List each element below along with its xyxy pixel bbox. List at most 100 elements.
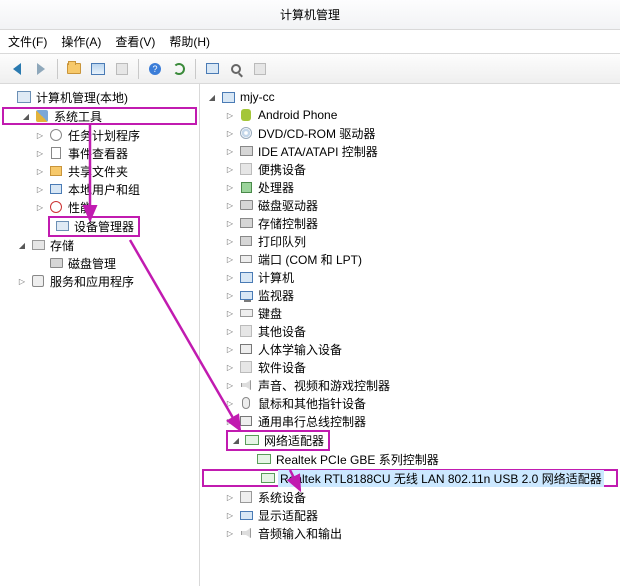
expander-icon[interactable] [224,291,236,300]
node-computers[interactable]: 计算机 [200,268,620,286]
node-usb[interactable]: 通用串行总线控制器 [200,412,620,430]
open-button[interactable] [63,58,85,80]
expander-icon[interactable] [224,147,236,156]
toolbar [0,54,620,84]
node-realtek-pcie[interactable]: Realtek PCIe GBE 系列控制器 [200,450,620,468]
node-display[interactable]: 显示适配器 [200,506,620,524]
node-tasksched[interactable]: 任务计划程序 [0,126,199,144]
expander-icon[interactable] [34,131,46,140]
node-other[interactable]: 其他设备 [200,322,620,340]
expander-icon[interactable] [224,309,236,318]
device-tree[interactable]: mjy-cc Android Phone DVD/CD-ROM 驱动器 IDE … [200,84,620,586]
node-netadapters[interactable]: 网络适配器 [202,431,618,449]
node-computer[interactable]: mjy-cc [200,88,620,106]
users-icon [48,181,64,197]
expander-icon[interactable] [230,436,242,445]
expander-icon[interactable] [224,345,236,354]
expander-icon[interactable] [224,381,236,390]
expander-icon[interactable] [224,511,236,520]
node-hid[interactable]: 人体学输入设备 [200,340,620,358]
node-keyboards[interactable]: 键盘 [200,304,620,322]
forward-icon [37,63,45,75]
expander-icon[interactable] [34,185,46,194]
uninstall-button[interactable] [249,58,271,80]
node-storagectrl[interactable]: 存储控制器 [200,214,620,232]
expander-icon[interactable] [224,417,236,426]
menu-action[interactable]: 操作(A) [61,33,101,50]
expander-icon[interactable] [224,327,236,336]
expander-icon[interactable] [224,493,236,502]
expander-icon[interactable] [16,277,28,286]
help-button[interactable] [144,58,166,80]
node-ide[interactable]: IDE ATA/ATAPI 控制器 [200,142,620,160]
node-android[interactable]: Android Phone [200,106,620,124]
window-title: 计算机管理 [0,0,620,30]
netadapter-icon [260,470,276,486]
properties-button[interactable] [111,58,133,80]
forward-button[interactable] [30,58,52,80]
netadapter-icon [256,451,272,467]
node-cpu[interactable]: 处理器 [200,178,620,196]
android-icon [238,107,254,123]
expander-icon[interactable] [20,112,32,121]
node-label: mjy-cc [238,90,277,104]
expander-icon[interactable] [224,399,236,408]
sys-icon [238,489,254,505]
expander-icon[interactable] [34,167,46,176]
node-storage[interactable]: 存储 [0,236,199,254]
expander-icon[interactable] [34,149,46,158]
node-diskmgmt[interactable]: 磁盘管理 [0,254,199,272]
showhide-button[interactable] [87,58,109,80]
node-perf[interactable]: 性能 [0,198,199,216]
expander-icon[interactable] [224,529,236,538]
node-label: 声音、视频和游戏控制器 [256,377,392,394]
node-mouse[interactable]: 鼠标和其他指针设备 [200,394,620,412]
node-sound[interactable]: 声音、视频和游戏控制器 [200,376,620,394]
expander-icon[interactable] [224,219,236,228]
root-icon [16,89,32,105]
node-sysdev[interactable]: 系统设备 [200,488,620,506]
left-tree[interactable]: 计算机管理(本地) 系统工具 任务计划程序 事件查看器 共享文件夹 本地用户和组 [0,84,200,586]
expander-icon[interactable] [224,201,236,210]
folder-icon [67,63,81,74]
menu-help[interactable]: 帮助(H) [169,33,210,50]
node-monitors[interactable]: 监视器 [200,286,620,304]
expander-icon[interactable] [224,183,236,192]
audio-icon [238,525,254,541]
netadapter-icon [244,432,260,448]
share-icon [48,163,64,179]
node-shared[interactable]: 共享文件夹 [0,162,199,180]
node-root[interactable]: 计算机管理(本地) [0,88,199,106]
node-devmgr[interactable]: 设备管理器 [2,217,197,235]
expander-icon[interactable] [206,93,218,102]
update-driver-button[interactable] [225,58,247,80]
menu-file[interactable]: 文件(F) [8,33,47,50]
menu-view[interactable]: 查看(V) [115,33,155,50]
node-ports[interactable]: 端口 (COM 和 LPT) [200,250,620,268]
node-audio[interactable]: 音频输入和输出 [200,524,620,542]
expander-icon[interactable] [224,165,236,174]
expander-icon[interactable] [16,241,28,250]
expander-icon[interactable] [224,255,236,264]
expander-icon[interactable] [224,363,236,372]
expander-icon[interactable] [224,237,236,246]
expander-icon[interactable] [224,129,236,138]
node-dvd[interactable]: DVD/CD-ROM 驱动器 [200,124,620,142]
expander-icon[interactable] [224,273,236,282]
node-diskdrive[interactable]: 磁盘驱动器 [200,196,620,214]
back-button[interactable] [6,58,28,80]
expander-icon[interactable] [224,111,236,120]
node-rtl8188cu[interactable]: Realtek RTL8188CU 无线 LAN 802.11n USB 2.0… [202,469,618,487]
node-portable[interactable]: 便携设备 [200,160,620,178]
node-eventvwr[interactable]: 事件查看器 [0,144,199,162]
scan-button[interactable] [201,58,223,80]
node-label: 处理器 [256,179,296,196]
node-software[interactable]: 软件设备 [200,358,620,376]
expander-icon[interactable] [34,203,46,212]
node-users[interactable]: 本地用户和组 [0,180,199,198]
help-icon [149,63,161,75]
node-services[interactable]: 服务和应用程序 [0,272,199,290]
node-systools[interactable]: 系统工具 [2,107,197,125]
node-printq[interactable]: 打印队列 [200,232,620,250]
refresh-button[interactable] [168,58,190,80]
